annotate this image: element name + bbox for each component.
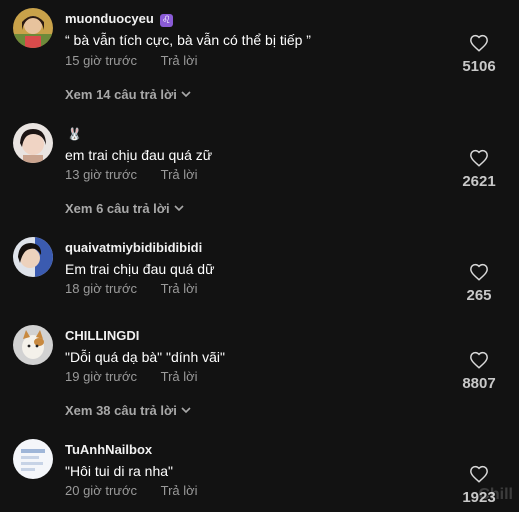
heart-icon[interactable] <box>469 34 489 52</box>
comment-username[interactable]: muonduocyeu ♌ <box>65 11 173 27</box>
avatar[interactable] <box>13 237 53 277</box>
reply-button[interactable]: Trả lời <box>161 369 198 384</box>
comment-meta: 20 giờ trước Trả lời <box>65 483 198 498</box>
view-replies-button[interactable]: Xem 38 câu trả lời <box>65 403 191 418</box>
heart-icon[interactable] <box>469 351 489 369</box>
like-control: 8807 <box>459 351 499 392</box>
like-count: 2621 <box>462 173 496 190</box>
comment-text: "Hôi tui di ra nha" <box>65 463 173 479</box>
reply-button[interactable]: Trả lời <box>161 281 198 296</box>
like-control: 5106 <box>459 34 499 75</box>
comment-time: 18 giờ trước <box>65 281 137 296</box>
avatar[interactable] <box>13 439 53 479</box>
comment-username[interactable]: 🐰 <box>65 126 82 141</box>
comment-time: 19 giờ trước <box>65 369 137 384</box>
comment-meta: 13 giờ trước Trả lời <box>65 167 198 182</box>
comment-time: 20 giờ trước <box>65 483 137 498</box>
comment-text: "Dỗi quá dạ bà" "dính vãi" <box>65 349 225 365</box>
view-replies-button[interactable]: Xem 6 câu trả lời <box>65 201 184 216</box>
reply-button[interactable]: Trả lời <box>161 483 198 498</box>
avatar[interactable] <box>13 123 53 163</box>
zodiac-badge-icon: ♌ <box>159 14 173 27</box>
chevron-down-icon <box>174 205 184 212</box>
comment-text: em trai chịu đau quá zữ <box>65 147 213 163</box>
comment-text: “ bà vẫn tích cực, bà vẫn có thể bị tiếp… <box>65 32 311 48</box>
heart-icon[interactable] <box>469 149 489 167</box>
comment-time: 13 giờ trước <box>65 167 137 182</box>
chevron-down-icon <box>181 91 191 98</box>
comment-meta: 19 giờ trước Trả lời <box>65 369 198 384</box>
bunny-badge-icon: 🐰 <box>67 127 82 141</box>
avatar[interactable] <box>13 8 53 48</box>
reply-button[interactable]: Trả lời <box>161 53 198 68</box>
reply-button[interactable]: Trả lời <box>161 167 198 182</box>
like-count: 265 <box>466 287 492 304</box>
like-count: 8807 <box>462 375 496 392</box>
comment-username[interactable]: quaivatmiybidibidibidi <box>65 240 202 255</box>
comment-meta: 15 giờ trước Trả lời <box>65 53 198 68</box>
like-control: 265 <box>459 263 499 304</box>
comment-time: 15 giờ trước <box>65 53 137 68</box>
comment-username[interactable]: CHILLINGDI <box>65 328 139 343</box>
comment-username[interactable]: TuAnhNailbox <box>65 442 152 457</box>
heart-icon[interactable] <box>469 263 489 281</box>
comment-text: Em trai chịu đau quá dữ <box>65 261 215 277</box>
avatar[interactable] <box>13 325 53 365</box>
heart-icon[interactable] <box>469 465 489 483</box>
chevron-down-icon <box>181 407 191 414</box>
view-replies-button[interactable]: Xem 14 câu trả lời <box>65 87 191 102</box>
comment-meta: 18 giờ trước Trả lời <box>65 281 198 296</box>
like-count: 5106 <box>462 58 496 75</box>
watermark: Chill <box>478 486 513 503</box>
like-control: 2621 <box>459 149 499 190</box>
